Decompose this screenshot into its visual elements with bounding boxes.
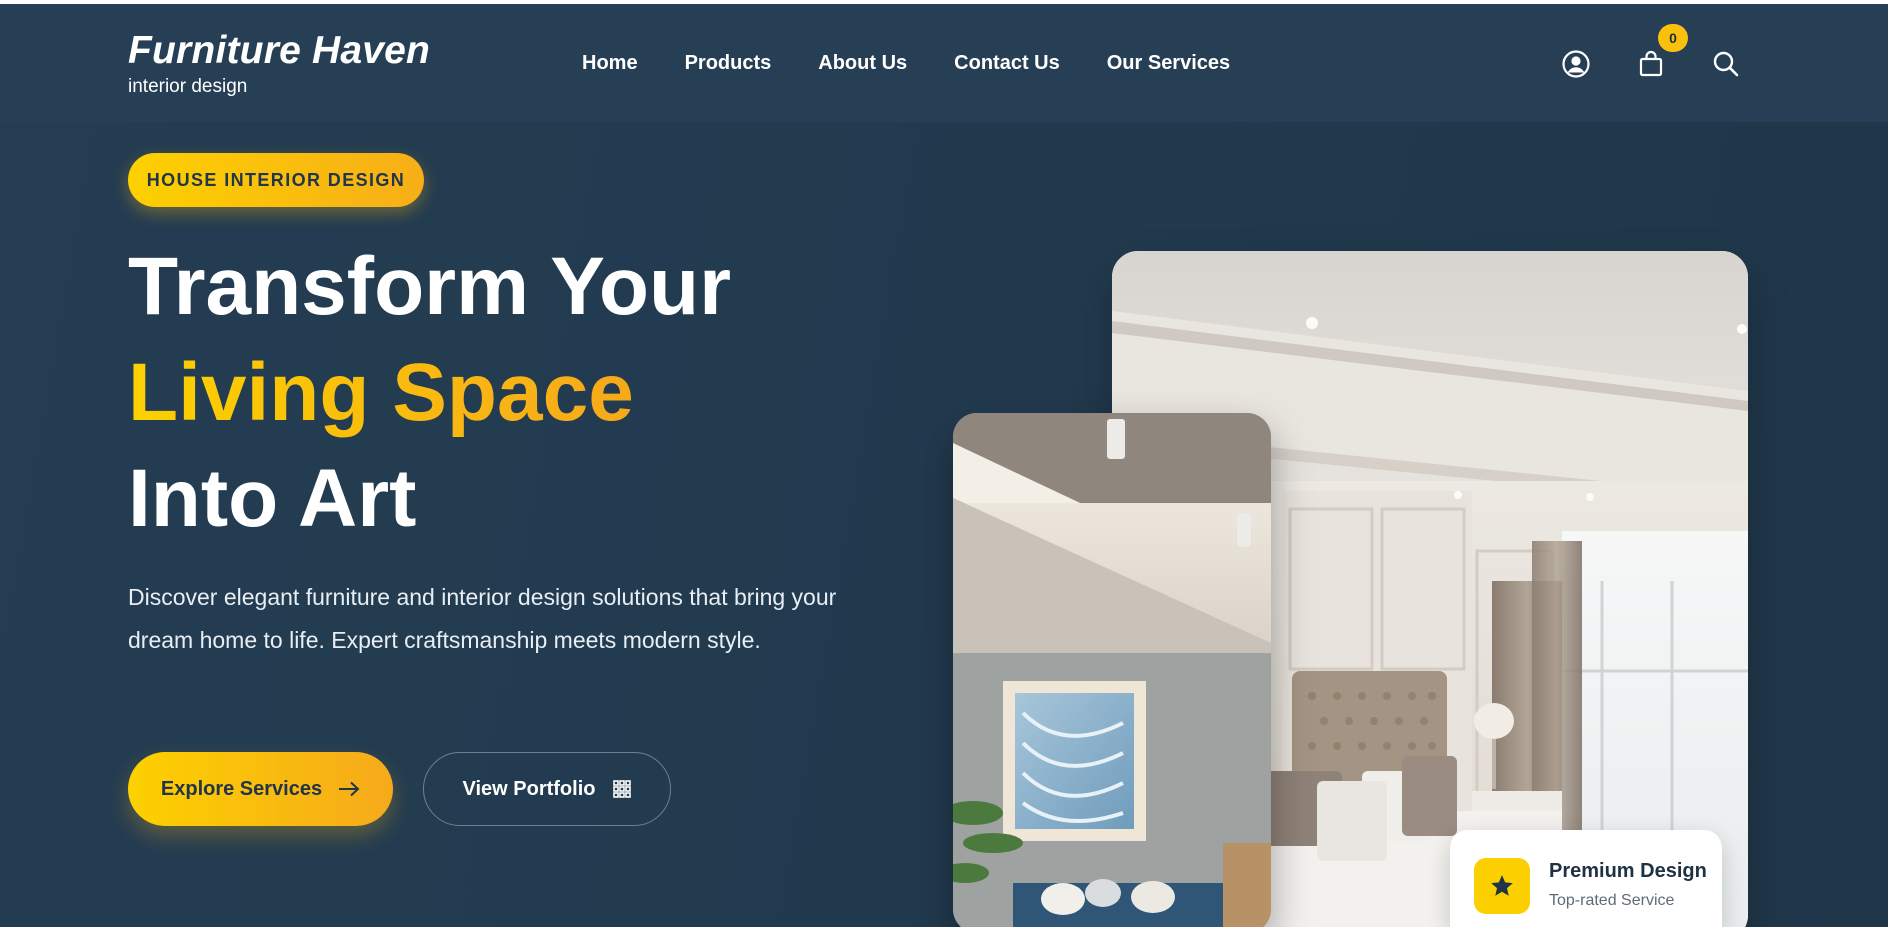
arrow-right-icon bbox=[339, 781, 360, 797]
view-portfolio-button[interactable]: View Portfolio bbox=[423, 752, 671, 826]
header-icons bbox=[1560, 48, 1740, 82]
premium-design-subtitle: Top-rated Service bbox=[1549, 892, 1675, 909]
page: Furniture Haven interior design Home Pro… bbox=[0, 4, 1888, 927]
headline-line-2: Living Space bbox=[128, 347, 634, 438]
nav-contact-us[interactable]: Contact Us bbox=[954, 52, 1060, 75]
grid-icon bbox=[613, 780, 632, 798]
nav-about-us[interactable]: About Us bbox=[818, 52, 907, 75]
search-icon[interactable] bbox=[1710, 48, 1742, 80]
user-circle-icon[interactable] bbox=[1560, 48, 1592, 80]
nav-home[interactable]: Home bbox=[582, 52, 638, 75]
brand-tagline: interior design bbox=[128, 76, 248, 97]
hero-tag: HOUSE INTERIOR DESIGN bbox=[128, 153, 424, 207]
explore-services-label: Explore Services bbox=[160, 777, 323, 800]
hero-headline: Transform Your Living Space Into Art bbox=[128, 234, 731, 552]
view-portfolio-label: View Portfolio bbox=[462, 777, 596, 800]
premium-design-title: Premium Design bbox=[1549, 860, 1707, 882]
living-room-photo bbox=[953, 413, 1271, 927]
explore-services-button[interactable]: Explore Services bbox=[128, 752, 393, 826]
headline-line-3: Into Art bbox=[128, 453, 417, 544]
brand-logo[interactable]: Furniture Haven interior design bbox=[128, 28, 430, 98]
nav-our-services[interactable]: Our Services bbox=[1107, 52, 1230, 75]
cart-count-badge: 0 bbox=[1658, 24, 1688, 52]
premium-design-card: Premium Design Top-rated Service bbox=[1450, 830, 1722, 927]
hero-description: Discover elegant furniture and interior … bbox=[128, 584, 837, 653]
brand-name: Furniture Haven bbox=[128, 29, 431, 72]
shopping-bag-icon[interactable] bbox=[1635, 48, 1667, 80]
star-icon bbox=[1474, 858, 1530, 914]
main-nav: Home Products About Us Contact Us Our Se… bbox=[582, 52, 1277, 75]
headline-line-1: Transform Your bbox=[128, 241, 731, 332]
nav-products[interactable]: Products bbox=[685, 52, 772, 75]
